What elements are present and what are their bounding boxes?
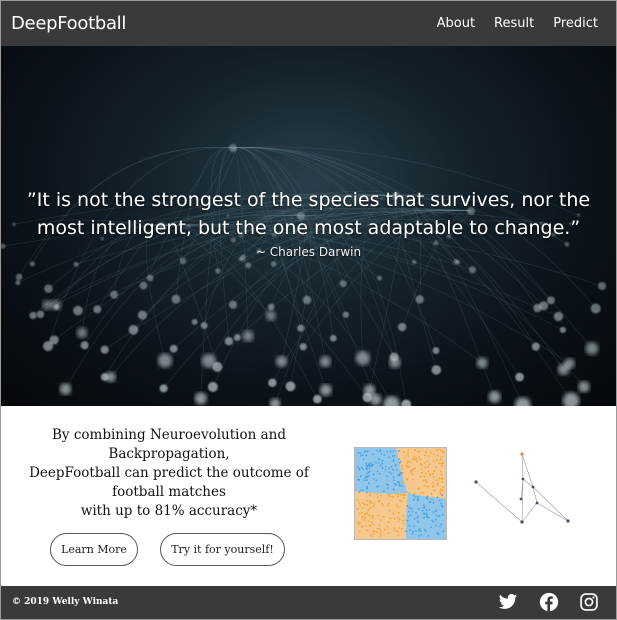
nav-link-result[interactable]: Result <box>494 16 534 31</box>
page: DeepFootball About Result Predict ”It is… <box>0 0 617 620</box>
network-graph-image <box>474 452 570 524</box>
instagram-icon[interactable] <box>579 592 599 612</box>
hero-quote: ”It is not the strongest of the species … <box>26 189 591 239</box>
tagline-line: with up to 81% accuracy* <box>80 503 258 519</box>
try-it-button[interactable]: Try it for yourself! <box>160 533 285 566</box>
navbar: DeepFootball About Result Predict <box>1 1 616 46</box>
nav-link-predict[interactable]: Predict <box>553 16 598 31</box>
tagline-line: football matches <box>112 484 226 500</box>
nav-link-about[interactable]: About <box>437 16 475 31</box>
brand-logo[interactable]: DeepFootball <box>11 13 126 34</box>
classification-plot-image <box>354 447 447 540</box>
tagline-line: Backpropagation, <box>108 446 230 462</box>
copyright-text: © 2019 Welly Winata <box>12 597 119 607</box>
facebook-icon[interactable] <box>539 592 559 612</box>
footer: © 2019 Welly Winata <box>1 586 616 619</box>
nav-links: About Result Predict <box>437 16 598 31</box>
learn-more-button[interactable]: Learn More <box>50 533 138 566</box>
hero-section: ”It is not the strongest of the species … <box>1 46 616 406</box>
hero-quote-author: ~ Charles Darwin <box>255 245 362 259</box>
tagline-line: By combining Neuroevolution and <box>51 427 286 443</box>
tagline: By combining Neuroevolution and Backprop… <box>19 426 319 521</box>
twitter-icon[interactable] <box>498 592 518 612</box>
tagline-line: DeepFootball can predict the outcome of <box>29 465 309 481</box>
info-section: By combining Neuroevolution and Backprop… <box>1 406 616 586</box>
